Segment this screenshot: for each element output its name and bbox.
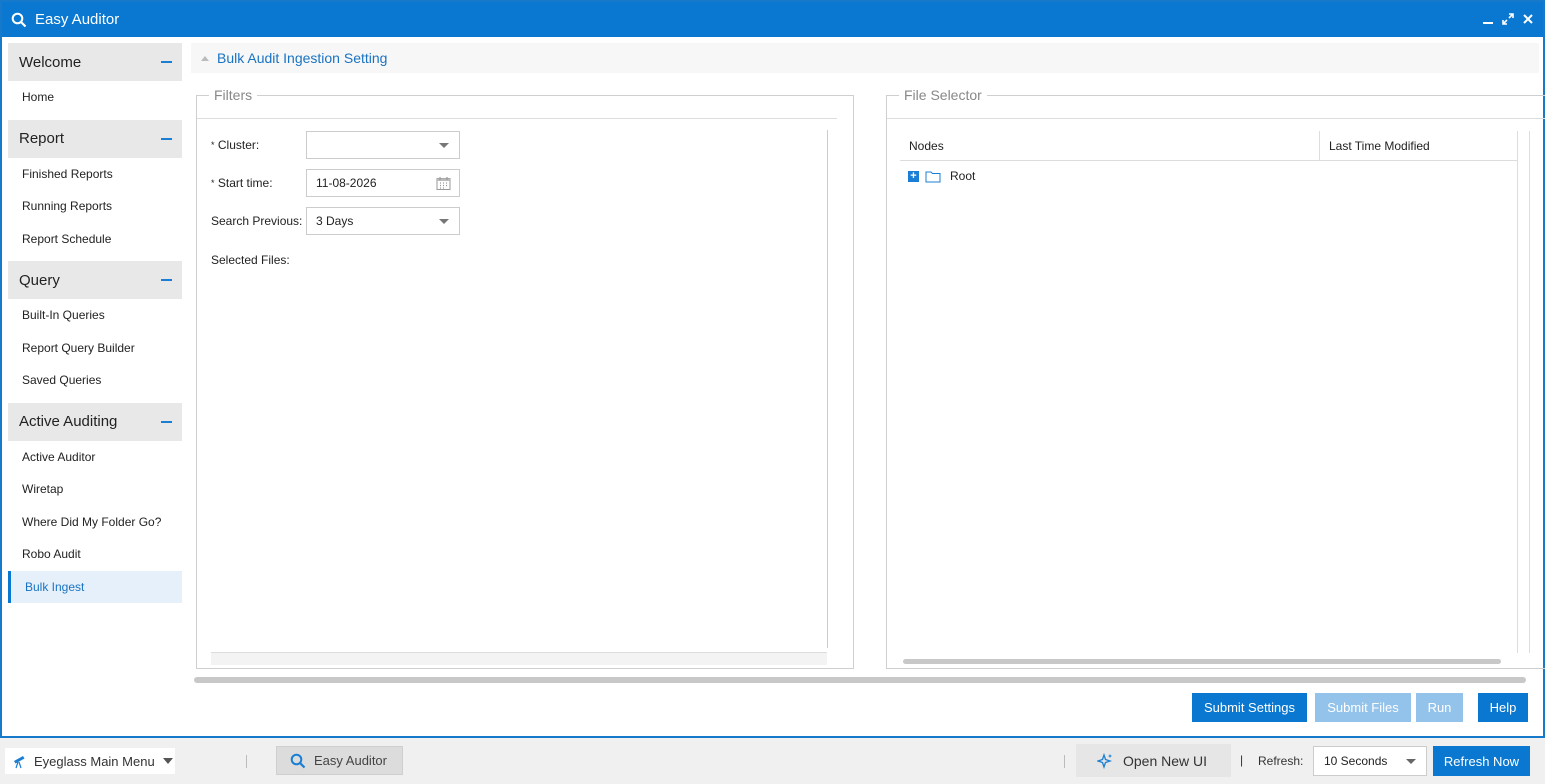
cluster-row: * Cluster: (211, 131, 460, 159)
cluster-select[interactable] (306, 131, 460, 159)
sidebar-item-home[interactable]: Home (8, 81, 182, 114)
filters-panel: Filters * Cluster: * Start time: 11-08-2… (196, 87, 854, 669)
start-time-row: * Start time: 11-08-2026 (211, 169, 460, 197)
search-previous-value: 3 Days (316, 214, 354, 228)
run-button[interactable]: Run (1416, 693, 1463, 722)
cluster-label-text: Cluster: (217, 138, 260, 152)
sidebar-item-built-in-queries[interactable]: Built-In Queries (8, 299, 182, 332)
collapse-arrow-icon[interactable] (201, 55, 209, 61)
column-header-last-modified[interactable]: Last Time Modified (1320, 131, 1430, 160)
open-new-ui-button[interactable]: Open New UI (1076, 744, 1231, 777)
minimize-icon[interactable] (1481, 11, 1495, 27)
main-horizontal-scrollbar[interactable] (194, 677, 1526, 683)
refresh-interval-value: 10 Seconds (1324, 754, 1388, 768)
sidebar-item-wiretap[interactable]: Wiretap (8, 473, 182, 506)
folder-icon (925, 171, 941, 182)
main-menu-button[interactable]: Eyeglass Main Menu (5, 748, 175, 774)
main-content: Bulk Audit Ingestion Setting Filters * C… (191, 43, 1545, 683)
task-label: Easy Auditor (314, 753, 387, 768)
chevron-down-icon (162, 758, 173, 764)
separator (1064, 755, 1065, 768)
selected-files-row: Selected Files: (211, 253, 306, 267)
panel-header[interactable]: Bulk Audit Ingestion Setting (191, 43, 1539, 73)
sparkle-icon (1097, 752, 1113, 769)
horizontal-scrollbar[interactable] (211, 652, 827, 665)
taskbar-easy-auditor[interactable]: Easy Auditor (276, 746, 403, 775)
search-icon (290, 753, 306, 768)
window-title: Easy Auditor (35, 11, 120, 28)
horizontal-scrollbar[interactable] (903, 659, 1501, 664)
vertical-scrollbar[interactable] (827, 130, 828, 648)
section-title: Report (19, 130, 65, 147)
main-menu-label: Eyeglass Main Menu (34, 753, 155, 769)
required-marker: * (211, 140, 215, 150)
sidebar-item-active-auditor[interactable]: Active Auditor (8, 441, 182, 474)
sidebar-item-bulk-ingest[interactable]: Bulk Ingest (8, 570, 182, 603)
sidebar-item-report-query-builder[interactable]: Report Query Builder (8, 332, 182, 365)
section-report[interactable]: Report (8, 119, 182, 158)
refresh-label: Refresh: (1258, 754, 1304, 768)
sidebar-item-report-schedule[interactable]: Report Schedule (8, 223, 182, 256)
restore-icon[interactable] (1501, 11, 1515, 27)
submit-settings-button[interactable]: Submit Settings (1192, 693, 1307, 722)
start-time-value: 11-08-2026 (316, 176, 377, 190)
telescope-icon (14, 756, 25, 769)
search-icon (11, 12, 27, 27)
file-selector-legend: File Selector (899, 87, 987, 103)
collapse-icon[interactable] (161, 137, 172, 140)
start-time-label-text: Start time: (217, 176, 273, 190)
section-title: Query (19, 271, 60, 289)
search-previous-row: Search Previous: 3 Days (211, 207, 460, 235)
tree-header: Nodes Last Time Modified (900, 131, 1517, 161)
column-header-nodes[interactable]: Nodes (900, 131, 1320, 160)
section-title: Welcome (19, 53, 82, 71)
taskbar: Eyeglass Main Menu Easy Auditor Open New… (0, 738, 1545, 784)
cluster-label: * Cluster: (211, 138, 306, 152)
sidebar-item-running-reports[interactable]: Running Reports (8, 190, 182, 223)
close-icon[interactable] (1521, 11, 1535, 27)
start-time-label: * Start time: (211, 176, 306, 190)
collapse-icon[interactable] (161, 61, 172, 63)
required-marker: * (211, 178, 215, 188)
file-tree: Nodes Last Time Modified + Root (900, 131, 1518, 653)
collapse-icon[interactable] (161, 420, 172, 423)
submit-files-button[interactable]: Submit Files (1315, 693, 1411, 722)
start-time-field[interactable]: 11-08-2026 (306, 169, 460, 197)
file-selector-panel: File Selector Nodes Last Time Modified +… (886, 87, 1545, 669)
chevron-down-icon (439, 143, 449, 148)
sidebar-item-saved-queries[interactable]: Saved Queries (8, 364, 182, 397)
vertical-scrollbar[interactable] (1529, 131, 1530, 653)
open-new-ui-label: Open New UI (1123, 752, 1208, 769)
collapse-icon[interactable] (161, 279, 172, 281)
sidebar-item-where-did-my-folder-go[interactable]: Where Did My Folder Go? (8, 506, 182, 539)
selected-files-label: Selected Files: (211, 253, 290, 267)
sidebar: Welcome Home Report Finished Reports Run… (8, 43, 182, 603)
chevron-down-icon (439, 219, 449, 224)
chevron-down-icon (1406, 759, 1416, 764)
refresh-interval-select[interactable]: 10 Seconds (1313, 746, 1427, 776)
section-active-auditing[interactable]: Active Auditing (8, 402, 182, 441)
title-bar: Easy Auditor (2, 2, 1543, 37)
section-welcome[interactable]: Welcome (8, 43, 182, 81)
search-previous-select[interactable]: 3 Days (306, 207, 460, 235)
easy-auditor-window: Easy Auditor Welcome Home Report Finishe… (0, 0, 1545, 738)
calendar-icon[interactable] (436, 176, 451, 191)
separator (246, 755, 247, 768)
expand-icon[interactable]: + (908, 170, 919, 182)
search-previous-label: Search Previous: (211, 214, 303, 228)
sidebar-item-finished-reports[interactable]: Finished Reports (8, 158, 182, 191)
filters-legend: Filters (209, 87, 258, 103)
tree-node-root[interactable]: + Root (900, 161, 1517, 191)
section-title: Active Auditing (19, 413, 118, 430)
tree-node-label: Root (950, 169, 976, 183)
section-query[interactable]: Query (8, 261, 182, 299)
page-title: Bulk Audit Ingestion Setting (217, 50, 388, 66)
refresh-now-button[interactable]: Refresh Now (1433, 746, 1530, 776)
sidebar-item-robo-audit[interactable]: Robo Audit (8, 538, 182, 571)
help-button[interactable]: Help (1478, 693, 1528, 722)
pipe-separator: | (1240, 753, 1244, 767)
